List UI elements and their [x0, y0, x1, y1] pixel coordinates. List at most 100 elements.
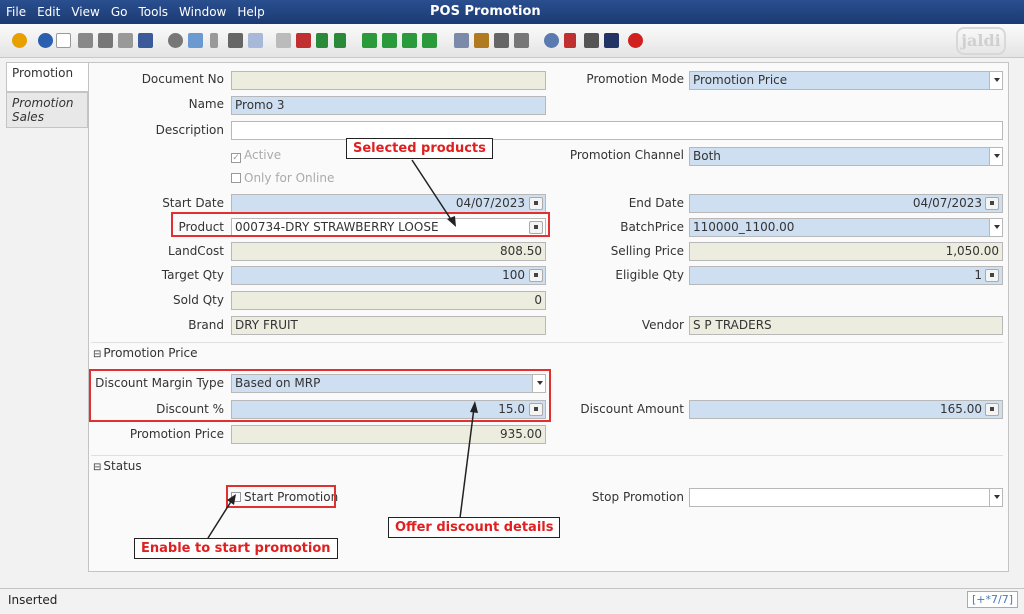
callout-enable-start: Enable to start promotion: [134, 538, 338, 559]
end-date-field[interactable]: 04/07/2023: [689, 194, 1003, 213]
stop-promotion-select[interactable]: [689, 488, 1003, 507]
calculator-icon[interactable]: [529, 269, 543, 282]
forward-icon[interactable]: [334, 33, 346, 48]
start-date-field[interactable]: 04/07/2023: [231, 194, 546, 213]
chat-icon[interactable]: [228, 33, 243, 48]
copy-icon[interactable]: [78, 33, 93, 48]
product-field[interactable]: 000734-DRY STRAWBERRY LOOSE: [231, 218, 546, 237]
vendor-field: S P TRADERS: [689, 316, 1003, 335]
batch-price-label: BatchPrice: [620, 220, 684, 234]
process-icon[interactable]: [584, 33, 599, 48]
status-text: Inserted: [8, 593, 58, 607]
description-label: Description: [155, 123, 224, 137]
section-status[interactable]: ⊟ Status: [91, 455, 1003, 475]
menu-bar: File Edit View Go Tools Window Help: [6, 5, 276, 19]
start-promotion-checkbox[interactable]: Start Promotion: [231, 490, 338, 504]
record-indicator[interactable]: [+*7/7]: [966, 591, 1018, 608]
brand-label: Brand: [188, 318, 224, 332]
menu-view[interactable]: View: [71, 5, 99, 19]
next-icon[interactable]: [402, 33, 417, 48]
promotion-channel-label: Promotion Channel: [569, 148, 684, 162]
previous-icon[interactable]: [382, 33, 397, 48]
batch-price-select[interactable]: 110000_1100.00: [689, 218, 1003, 237]
close-icon[interactable]: [628, 33, 643, 48]
chevron-down-icon: [537, 381, 543, 385]
menu-window[interactable]: Window: [179, 5, 226, 19]
discount-pct-field[interactable]: 15.0: [231, 400, 546, 419]
end-date-label: End Date: [628, 196, 684, 210]
form-panel: Document No Promotion Mode Promotion Pri…: [88, 62, 1009, 572]
collapse-icon: ⊟: [93, 462, 102, 473]
calendar-icon[interactable]: [529, 197, 543, 210]
callout-selected-products: Selected products: [346, 138, 493, 159]
selling-price-label: Selling Price: [610, 244, 684, 258]
target-qty-field[interactable]: 100: [231, 266, 546, 285]
check-icon: ✓: [231, 153, 241, 163]
save-icon[interactable]: [138, 33, 153, 48]
discount-margin-type-select[interactable]: Based on MRP: [231, 374, 546, 393]
calculator-icon[interactable]: [529, 403, 543, 416]
start-date-label: Start Date: [162, 196, 224, 210]
eligible-qty-field[interactable]: 1: [689, 266, 1003, 285]
home-icon[interactable]: [276, 33, 291, 48]
menu-edit[interactable]: Edit: [37, 5, 60, 19]
product-icon[interactable]: [604, 33, 619, 48]
help-icon[interactable]: [38, 33, 53, 48]
chevron-down-icon: [994, 78, 1000, 82]
calendar-icon[interactable]: [985, 197, 999, 210]
back-icon[interactable]: [316, 33, 328, 48]
vendor-label: Vendor: [641, 318, 684, 332]
archive-icon[interactable]: [474, 33, 489, 48]
promotion-mode-select[interactable]: Promotion Price: [689, 71, 1003, 90]
report-icon[interactable]: [454, 33, 469, 48]
menu-help[interactable]: Help: [237, 5, 264, 19]
attachment-icon[interactable]: [210, 33, 218, 48]
tab-promotion[interactable]: Promotion: [6, 62, 88, 92]
menu-go[interactable]: Go: [111, 5, 128, 19]
print-preview-icon[interactable]: [514, 33, 529, 48]
first-icon[interactable]: [362, 33, 377, 48]
name-label: Name: [188, 97, 224, 111]
chevron-down-icon: [994, 495, 1000, 499]
discount-amount-label: Discount Amount: [580, 402, 684, 416]
undo-icon[interactable]: [12, 33, 27, 48]
new-icon[interactable]: [56, 33, 71, 48]
ignore-icon[interactable]: [118, 33, 133, 48]
callout-offer-discount: Offer discount details: [388, 517, 561, 538]
brand-field: DRY FRUIT: [231, 316, 546, 335]
land-cost-field: 808.50: [231, 242, 546, 261]
document-no-field[interactable]: [231, 71, 546, 90]
print-icon[interactable]: [494, 33, 509, 48]
refresh-icon[interactable]: [168, 33, 183, 48]
workflow-icon[interactable]: [564, 33, 576, 48]
eligible-qty-label: Eligible Qty: [615, 268, 684, 282]
promotion-price-field: 935.00: [231, 425, 546, 444]
calculator-icon[interactable]: [985, 403, 999, 416]
menu-tools[interactable]: Tools: [138, 5, 168, 19]
last-icon[interactable]: [422, 33, 437, 48]
delete-icon[interactable]: [98, 33, 113, 48]
chevron-down-icon: [994, 154, 1000, 158]
section-promotion-price[interactable]: ⊟ Promotion Price: [91, 342, 1003, 362]
tab-promotion-sales[interactable]: Promotion Sales: [6, 92, 88, 128]
document-no-label: Document No: [141, 72, 224, 86]
promotion-channel-select[interactable]: Both: [689, 147, 1003, 166]
promotion-price-label: Promotion Price: [129, 427, 224, 441]
discount-pct-label: Discount %: [156, 402, 224, 416]
tab-strip: Promotion Promotion Sales: [6, 62, 88, 128]
menu-file[interactable]: File: [6, 5, 26, 19]
calculator-icon[interactable]: [985, 269, 999, 282]
discount-amount-field[interactable]: 165.00: [689, 400, 1003, 419]
land-cost-label: LandCost: [168, 244, 224, 258]
find-icon[interactable]: [188, 33, 203, 48]
only-online-checkbox[interactable]: Only for Online: [231, 171, 334, 185]
active-checkbox[interactable]: ✓ Active: [231, 148, 281, 163]
menu-icon[interactable]: [296, 33, 311, 48]
search-icon[interactable]: [529, 221, 543, 234]
product-label: Product: [178, 220, 224, 234]
discount-margin-type-label: Discount Margin Type: [95, 376, 224, 390]
history-icon[interactable]: [248, 33, 263, 48]
zoom-icon[interactable]: [544, 33, 559, 48]
name-field[interactable]: Promo 3: [231, 96, 546, 115]
sold-qty-field: 0: [231, 291, 546, 310]
